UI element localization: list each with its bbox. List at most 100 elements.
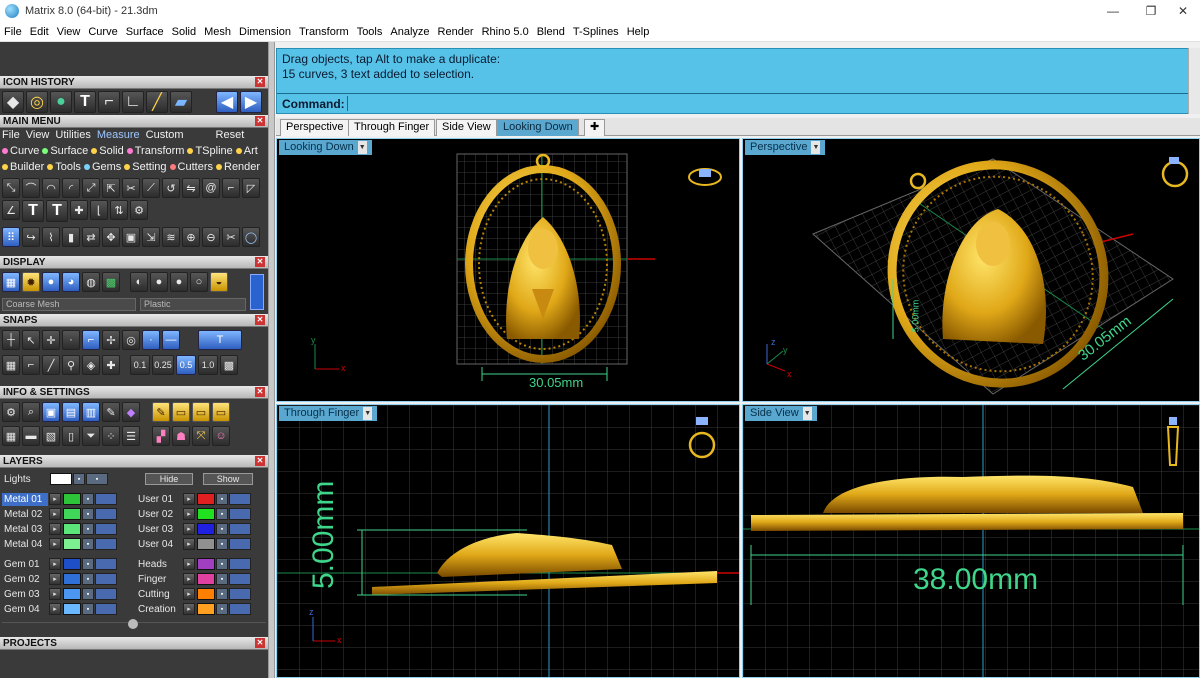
visibility-icon[interactable] <box>95 603 117 615</box>
viewport-through-finger[interactable]: 5.00mm x z Through Finger ▼ <box>276 404 740 678</box>
main-menu-reset[interactable]: Reset <box>216 129 245 141</box>
split-curve-icon[interactable]: ⟋ <box>142 178 160 198</box>
category-curve[interactable]: Curve <box>2 145 39 157</box>
menu-surface[interactable]: Surface <box>126 26 164 38</box>
layer-color-swatch[interactable] <box>63 588 81 600</box>
snap-ortho-icon[interactable]: T <box>198 330 242 350</box>
window-icon[interactable]: ▭ <box>172 402 190 422</box>
main-menu-utilities[interactable]: Utilities <box>55 129 90 141</box>
menu-mesh[interactable]: Mesh <box>204 26 231 38</box>
grid-snap-icon[interactable]: ▦ <box>2 355 20 375</box>
explode-icon[interactable]: ⇲ <box>142 227 160 247</box>
project-icon[interactable]: ╱ <box>42 355 60 375</box>
chevron-down-icon[interactable]: ▼ <box>363 407 373 420</box>
list-view-icon[interactable]: ☰ <box>122 426 140 446</box>
curve-rotate-icon[interactable]: ↺ <box>162 178 180 198</box>
visibility-icon[interactable] <box>229 558 251 570</box>
close-icon[interactable]: ✕ <box>255 315 265 325</box>
snap-value-0-1[interactable]: 0.1 <box>130 355 150 375</box>
gumball-icon[interactable]: ◈ <box>82 355 100 375</box>
layer-expand-icon[interactable]: ▸ <box>183 573 195 585</box>
layer-color-swatch[interactable] <box>63 603 81 615</box>
viewport-label-through-finger[interactable]: Through Finger ▼ <box>279 406 378 421</box>
offset-curve-icon[interactable]: ⤢ <box>82 178 100 198</box>
grid-settings-icon[interactable]: ▩ <box>220 355 238 375</box>
layer-name[interactable]: User 04 <box>136 538 182 551</box>
layer-row[interactable]: Gem 02 ▸ ▪ <box>2 572 117 586</box>
line-tool-icon[interactable]: ╱ <box>146 91 168 113</box>
lock-icon[interactable]: ▪ <box>82 588 94 600</box>
visibility-icon[interactable] <box>229 508 251 520</box>
layer-expand-icon[interactable]: ▸ <box>49 603 61 615</box>
material-select[interactable]: Plastic <box>140 298 246 311</box>
menu-edit[interactable]: Edit <box>30 26 49 38</box>
gear-ring-icon[interactable]: ⚙ <box>130 200 148 220</box>
layer-row[interactable]: Gem 01 ▸ ▪ <box>2 557 117 571</box>
snap-cen-icon[interactable]: ⌐ <box>82 330 100 350</box>
layer-expand-icon[interactable]: ▸ <box>183 523 195 535</box>
figure-icon[interactable]: ☗ <box>172 426 190 446</box>
projects-header[interactable]: PROJECTS ✕ <box>0 637 268 650</box>
layer-row[interactable]: User 04 ▸ ▪ <box>136 537 251 551</box>
layer-row[interactable]: Metal 01 ▸ ▪ <box>2 492 117 506</box>
snap-end-icon[interactable]: ┼ <box>2 330 20 350</box>
cube-purple-icon[interactable]: ◆ <box>122 402 140 422</box>
category-tools[interactable]: Tools <box>47 161 81 173</box>
menu-rhino[interactable]: Rhino 5.0 <box>482 26 529 38</box>
visibility-icon[interactable] <box>95 538 117 550</box>
menu-view[interactable]: View <box>57 26 81 38</box>
snap-mid-icon[interactable]: · <box>62 330 80 350</box>
scatter-icon[interactable]: ⁘ <box>102 426 120 446</box>
layers-info-icon[interactable]: ▥ <box>82 402 100 422</box>
layer-row[interactable]: Creation ▸ ▪ <box>136 602 251 616</box>
text-tool-icon[interactable]: T <box>74 91 96 113</box>
search-icon[interactable]: ⌕ <box>22 402 40 422</box>
menu-help[interactable]: Help <box>627 26 650 38</box>
layer-expand-icon[interactable]: ▸ <box>49 573 61 585</box>
layer-expand-icon[interactable]: ▸ <box>183 493 195 505</box>
circle-arc-icon[interactable]: ◜ <box>62 178 80 198</box>
menu-curve[interactable]: Curve <box>88 26 117 38</box>
layer-name[interactable]: Metal 01 <box>2 492 48 506</box>
material-silver-icon[interactable]: ● <box>170 272 188 292</box>
layer-color-swatch[interactable] <box>63 558 81 570</box>
layer-color-swatch[interactable] <box>197 588 215 600</box>
lock-icon[interactable]: ▪ <box>216 523 228 535</box>
visibility-icon[interactable] <box>95 523 117 535</box>
category-cutters[interactable]: Cutters <box>169 161 213 173</box>
layer-color-swatch[interactable] <box>63 573 81 585</box>
menu-blend[interactable]: Blend <box>537 26 565 38</box>
category-solid[interactable]: Solid <box>91 145 124 157</box>
chevron-down-icon[interactable]: ▼ <box>357 141 367 154</box>
viewport-perspective[interactable]: 30.05mm 5.00mm x y z Perspective ▼ <box>742 138 1200 402</box>
layer-expand-icon[interactable]: ▸ <box>183 538 195 550</box>
close-icon[interactable]: ✕ <box>255 77 265 87</box>
menu-render[interactable]: Render <box>438 26 474 38</box>
main-menu-view[interactable]: View <box>26 129 50 141</box>
visibility-icon[interactable] <box>95 558 117 570</box>
layer-expand-icon[interactable]: ▸ <box>49 493 61 505</box>
group-icon[interactable]: ▣ <box>122 227 140 247</box>
cut-icon[interactable]: ✂ <box>222 227 240 247</box>
main-menu-header[interactable]: MAIN MENU ✕ <box>0 115 268 128</box>
layer-name[interactable]: Heads <box>136 558 182 571</box>
layer-name[interactable]: Metal 02 <box>2 508 48 521</box>
layer-color-swatch[interactable] <box>197 538 215 550</box>
box-icon[interactable]: ▧ <box>42 426 60 446</box>
layer-color-swatch[interactable] <box>197 573 215 585</box>
layer-row[interactable]: Metal 03 ▸ ▪ <box>2 522 117 536</box>
snap-tan-icon[interactable]: · <box>142 330 160 350</box>
viewport-looking-down[interactable]: 30.05mm x y Looking Down ▼ <box>276 138 740 402</box>
snap-quad-icon[interactable]: — <box>162 330 180 350</box>
text-on-curve-icon[interactable]: T <box>46 200 68 222</box>
layer-row[interactable]: Gem 04 ▸ ▪ <box>2 602 117 616</box>
surface-tool-icon[interactable]: ◆ <box>2 91 24 113</box>
shaded-icon[interactable]: ✹ <box>22 272 40 292</box>
visibility-icon[interactable] <box>229 588 251 600</box>
chevron-down-icon[interactable]: ▼ <box>802 407 812 420</box>
layer-row[interactable]: User 01 ▸ ▪ <box>136 492 251 506</box>
mesh-quality-select[interactable]: Coarse Mesh <box>2 298 136 311</box>
folder-icon[interactable]: ▭ <box>212 402 230 422</box>
flow-icon[interactable]: ⌇ <box>42 227 60 247</box>
close-icon[interactable]: ✕ <box>255 638 265 648</box>
